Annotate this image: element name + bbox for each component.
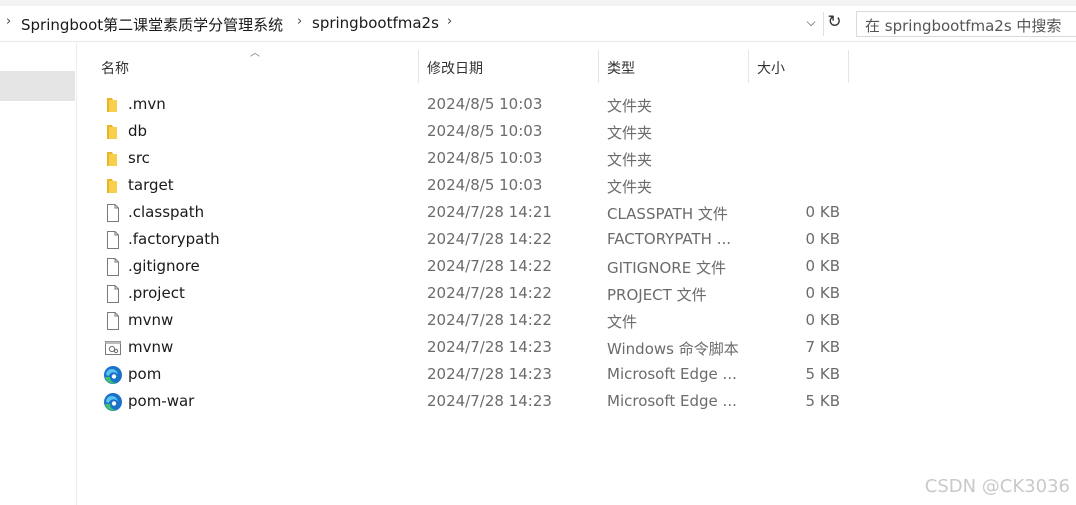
file-row[interactable]: mvnw 2024/7/28 14:23 Windows 命令脚本 7 KB [95,335,855,362]
folder-icon [103,122,123,142]
file-type: Microsoft Edge ... [607,365,737,383]
file-icon [103,203,123,223]
file-date: 2024/7/28 14:23 [427,365,552,383]
breadcrumb-item-project[interactable]: Springboot第二课堂素质学分管理系统 [21,14,283,35]
column-header-size[interactable]: 大小 [749,50,847,83]
file-date: 2024/7/28 14:23 [427,338,552,356]
column-separator[interactable] [848,50,849,83]
file-date: 2024/7/28 14:23 [427,392,552,410]
file-name: mvnw [128,338,174,356]
column-header-type[interactable]: 类型 [599,50,747,83]
address-bar[interactable]: › Springboot第二课堂素质学分管理系统 › springbootfma… [0,6,1076,42]
file-name: .project [128,284,185,302]
folder-icon [103,95,123,115]
script-icon [103,338,123,358]
file-name: src [128,149,150,167]
file-size: 7 KB [805,338,840,356]
refresh-icon[interactable]: ↻ [823,12,845,36]
edge-icon [103,365,123,385]
file-name: pom [128,365,162,383]
file-date: 2024/8/5 10:03 [427,176,543,194]
file-name: mvnw [128,311,174,329]
file-name: .classpath [128,203,205,221]
file-icon [103,311,123,331]
file-row[interactable]: db 2024/8/5 10:03 文件夹 [95,119,855,146]
file-name: .mvn [128,95,166,113]
file-icon [103,230,123,250]
file-type: PROJECT 文件 [607,286,707,304]
file-row[interactable]: pom-war 2024/7/28 14:23 Microsoft Edge ...… [95,389,855,416]
file-date: 2024/8/5 10:03 [427,149,543,167]
file-date: 2024/8/5 10:03 [427,95,543,113]
file-type: Microsoft Edge ... [607,392,737,410]
nav-selected-item[interactable] [0,71,75,101]
file-row[interactable]: .factorypath 2024/7/28 14:22 FACTORYPATH .… [95,227,855,254]
file-name: target [128,176,174,194]
search-input[interactable]: 在 springbootfma2s 中搜索 [856,11,1076,37]
file-icon [103,257,123,277]
file-date: 2024/7/28 14:22 [427,230,552,248]
folder-icon [103,176,123,196]
file-icon [103,284,123,304]
watermark: CSDN @CK3036 [924,476,1070,497]
file-row[interactable]: .mvn 2024/8/5 10:03 文件夹 [95,92,855,119]
file-name: .gitignore [128,257,200,275]
file-size: 0 KB [805,203,840,221]
breadcrumb-item-folder[interactable]: springbootfma2s [312,14,439,32]
file-type: 文件夹 [607,97,653,115]
file-name: pom-war [128,392,195,410]
chevron-right-icon[interactable]: › [6,14,11,29]
file-date: 2024/7/28 14:22 [427,311,552,329]
file-type: FACTORYPATH ... [607,230,732,248]
edge-icon [103,392,123,412]
file-row[interactable]: src 2024/8/5 10:03 文件夹 [95,146,855,173]
file-row[interactable]: pom 2024/7/28 14:23 Microsoft Edge ... 5 KB [95,362,855,389]
file-size: 0 KB [805,230,840,248]
file-type: Windows 命令脚本 [607,340,739,358]
file-type: 文件 [607,313,638,331]
navigation-pane[interactable] [0,43,77,505]
file-name: .factorypath [128,230,220,248]
chevron-right-icon[interactable]: › [297,14,302,29]
file-row[interactable]: .gitignore 2024/7/28 14:22 GITIGNORE 文件 0 K… [95,254,855,281]
folder-icon [103,149,123,169]
file-row[interactable]: .project 2024/7/28 14:22 PROJECT 文件 0 KB [95,281,855,308]
file-type: 文件夹 [607,124,653,142]
file-date: 2024/8/5 10:03 [427,122,543,140]
file-size: 5 KB [805,392,840,410]
column-header-date[interactable]: 修改日期 [419,50,597,83]
file-date: 2024/7/28 14:22 [427,257,552,275]
file-size: 5 KB [805,365,840,383]
file-row[interactable]: .classpath 2024/7/28 14:21 CLASSPATH 文件 0 K… [95,200,855,227]
file-row[interactable]: target 2024/8/5 10:03 文件夹 [95,173,855,200]
chevron-right-icon[interactable]: › [447,14,452,29]
chevron-down-icon[interactable]: ⌵ [803,15,819,33]
file-type: 文件夹 [607,151,653,169]
column-header-name[interactable]: 名称 [93,50,418,83]
file-size: 0 KB [805,311,840,329]
file-size: 0 KB [805,284,840,302]
file-type: 文件夹 [607,178,653,196]
file-size: 0 KB [805,257,840,275]
file-name: db [128,122,148,140]
file-row[interactable]: mvnw 2024/7/28 14:22 文件 0 KB [95,308,855,335]
file-type: CLASSPATH 文件 [607,205,728,223]
file-date: 2024/7/28 14:22 [427,284,552,302]
file-type: GITIGNORE 文件 [607,259,726,277]
file-date: 2024/7/28 14:21 [427,203,552,221]
